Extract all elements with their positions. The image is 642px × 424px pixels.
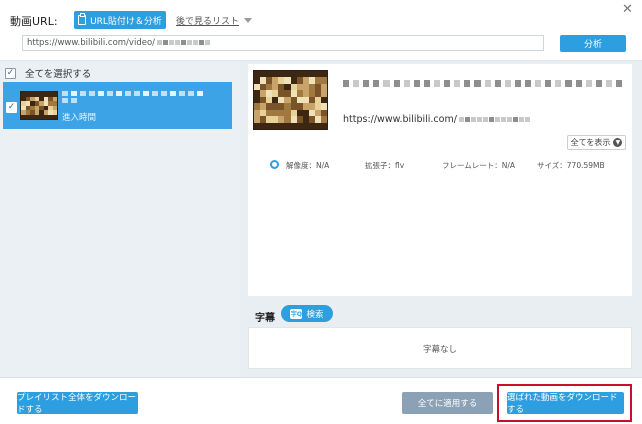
subtitle-search-icon: 字Q: [290, 308, 303, 319]
video-item-checkbox[interactable]: ✓: [6, 101, 17, 113]
watch-later-menu[interactable]: 後で見るリスト: [176, 14, 253, 27]
format-list-card: [248, 154, 632, 296]
format-resolution: 解像度：N/A: [286, 161, 330, 170]
format-radio-button[interactable]: [270, 160, 279, 169]
video-item-thumbnail: [20, 91, 58, 120]
download-playlist-button[interactable]: プレイリスト全体をダウンロードする: [17, 392, 138, 415]
subtitle-search-label: 検索: [306, 309, 324, 320]
chevron-circle-down-icon: ▼: [613, 138, 623, 147]
video-item-title-blurred: [62, 91, 212, 103]
subtitle-search-button[interactable]: 字Q 検索: [281, 305, 333, 322]
subtitle-label: 字幕: [255, 313, 275, 324]
video-item-subtitle: 進入時間: [62, 113, 97, 123]
show-all-button[interactable]: 全てを表示 ▼: [567, 135, 626, 150]
checkbox-checked-icon: ✓: [5, 67, 16, 79]
apply-all-button[interactable]: 全てに適用する: [402, 392, 493, 414]
analyze-button[interactable]: 分析: [560, 35, 626, 52]
thumbnail-image: [21, 92, 57, 119]
highlight-annotation: [497, 384, 632, 422]
checkbox-checked-icon: ✓: [6, 102, 17, 113]
thumbnail-image: [254, 71, 327, 129]
video-url-text: https://www.bilibili.com/: [343, 114, 457, 125]
paste-analyze-button[interactable]: URL貼付け＆分析: [74, 11, 166, 29]
video-url: https://www.bilibili.com/: [343, 114, 531, 125]
url-input-value: https://www.bilibili.com/video/: [27, 38, 156, 48]
video-url-blurred: [458, 114, 531, 125]
show-all-label: 全てを表示: [570, 138, 611, 147]
select-all-checkbox[interactable]: ✓ 全てを選択する: [5, 66, 91, 80]
format-framerate: フレームレート：N/A: [442, 161, 516, 170]
no-subtitle-text: 字幕なし: [422, 345, 457, 355]
format-extension: 拡張子：flv: [365, 161, 405, 170]
clipboard-icon: [78, 13, 87, 25]
url-blurred-part: [157, 38, 211, 48]
video-thumbnail: [253, 70, 328, 130]
url-label: 動画URL:: [10, 15, 58, 28]
divider: [0, 377, 642, 378]
url-input[interactable]: https://www.bilibili.com/video/: [22, 35, 544, 51]
video-title-blurred: [343, 80, 623, 87]
select-all-label: 全てを選択する: [25, 69, 92, 80]
watch-later-label: 後で見るリスト: [176, 17, 240, 27]
format-size: サイズ：770.59MB: [537, 161, 605, 170]
chevron-down-icon: [244, 18, 253, 23]
close-icon[interactable]: ✕: [622, 2, 633, 17]
paste-analyze-label: URL貼付け＆分析: [90, 16, 162, 27]
